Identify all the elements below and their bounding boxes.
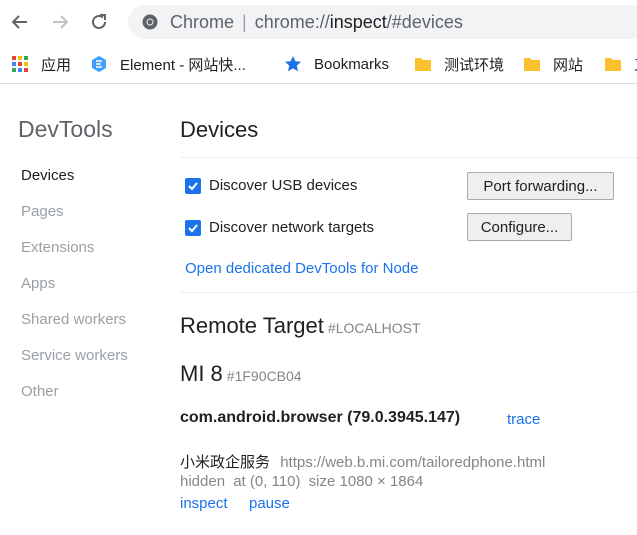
discover-network-row: Discover network targets	[185, 219, 374, 236]
page-target-title: 小米政企服务	[180, 454, 271, 471]
open-node-devtools-link[interactable]: Open dedicated DevTools for Node	[185, 260, 418, 277]
divider	[180, 157, 637, 158]
address-bar[interactable]: Chrome | chrome://inspect/#devices	[128, 5, 637, 39]
bookmark-folder-test-env[interactable]: 测试环境	[414, 44, 505, 83]
bookmarks-bar: 应用 Element - 网站快... Bookmarks 测试环境 网站 工	[0, 44, 637, 84]
device-name: MI 8	[180, 361, 223, 386]
apps-grid-icon	[12, 56, 28, 72]
forward-button[interactable]	[46, 8, 74, 36]
folder-icon	[605, 58, 621, 71]
port-forwarding-button[interactable]: Port forwarding...	[467, 172, 614, 200]
omnibox-separator: |	[242, 11, 247, 32]
bookmark-element[interactable]: Element - 网站快...	[90, 44, 246, 83]
bookmark-label: 网站	[553, 56, 584, 74]
discover-usb-checkbox[interactable]	[185, 177, 201, 194]
sidebar-item-pages[interactable]: Pages	[21, 203, 64, 220]
back-button[interactable]	[6, 8, 34, 36]
remote-target-label: Remote Target	[180, 313, 324, 338]
device-serial: #1F90CB04	[226, 368, 302, 384]
page-title: Devices	[180, 117, 259, 142]
reload-icon	[92, 14, 106, 29]
folder-icon	[524, 58, 540, 71]
discover-network-checkbox[interactable]	[185, 219, 201, 236]
bookmark-label: 应用	[41, 56, 72, 74]
sidebar-item-other[interactable]: Other	[21, 383, 59, 400]
discover-network-label: Discover network targets	[209, 219, 375, 236]
trace-link[interactable]: trace	[507, 411, 540, 428]
arrow-left-icon	[11, 15, 27, 29]
url-path: /#devices	[386, 11, 463, 32]
pause-link[interactable]: pause	[249, 495, 290, 512]
page-target-url: https://web.b.mi.com/tailoredphone.html	[280, 454, 546, 471]
star-icon	[285, 56, 301, 72]
bookmark-label: 测试环境	[444, 56, 505, 74]
browser-package: com.android.browser (79.0.3945.147)	[180, 409, 461, 426]
sidebar-item-shared-workers[interactable]: Shared workers	[21, 311, 126, 328]
sidebar-item-devices[interactable]: Devices	[21, 167, 74, 184]
bookmark-bookmarks[interactable]: Bookmarks	[284, 44, 390, 83]
page-target-status-row: hidden at (0, 110) size 1080 × 1864	[180, 473, 423, 490]
discover-usb-label: Discover USB devices	[209, 177, 358, 194]
sidebar-item-service-workers[interactable]: Service workers	[21, 347, 128, 364]
inspect-link[interactable]: inspect	[180, 495, 228, 512]
page-target-row: 小米政企服务 https://web.b.mi.com/tailoredphon…	[180, 451, 545, 472]
device-heading: MI 8 #1F90CB04	[180, 361, 302, 387]
url-host: inspect	[329, 11, 387, 32]
divider	[180, 292, 637, 293]
remote-target-heading: Remote Target #LOCALHOST	[180, 313, 421, 339]
bookmark-folder-tools[interactable]: 工	[604, 44, 637, 83]
page-target-status: hidden	[180, 473, 226, 490]
url-scheme: chrome://	[254, 11, 330, 32]
configure-button[interactable]: Configure...	[467, 213, 572, 241]
reload-button[interactable]	[85, 8, 113, 36]
discover-usb-row: Discover USB devices	[185, 177, 357, 194]
page-target-size: size 1080 × 1864	[308, 473, 424, 490]
bookmark-folder-sites[interactable]: 网站	[523, 44, 584, 83]
bookmark-apps[interactable]: 应用	[11, 44, 72, 83]
element-logo-icon	[92, 56, 106, 72]
remote-target-host: #LOCALHOST	[327, 320, 421, 336]
site-label: Chrome	[170, 11, 235, 32]
bookmark-label: Element - 网站快...	[120, 56, 246, 74]
browser-toolbar: Chrome | chrome://inspect/#devices	[0, 0, 637, 44]
devtools-title: DevTools	[18, 116, 113, 142]
bookmark-label: Bookmarks	[314, 55, 390, 73]
sidebar-item-extensions[interactable]: Extensions	[21, 239, 94, 256]
arrow-right-icon	[53, 15, 69, 29]
checkmark-icon	[188, 181, 198, 190]
folder-icon	[415, 58, 431, 71]
checkmark-icon	[188, 223, 198, 232]
page-target-position: at (0, 110)	[233, 473, 301, 490]
sidebar-item-apps[interactable]: Apps	[21, 275, 55, 292]
chrome-logo-icon	[142, 14, 158, 30]
